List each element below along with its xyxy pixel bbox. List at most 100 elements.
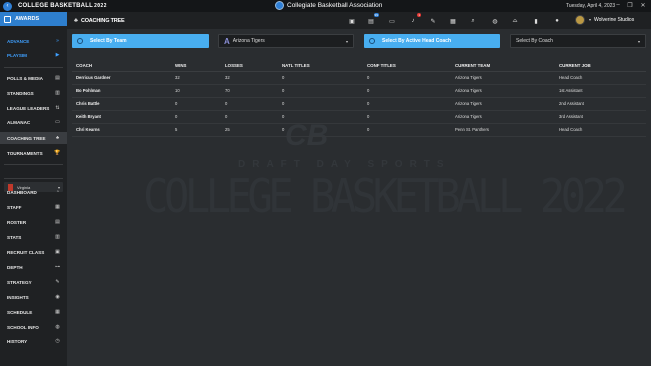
current-job-cell: 1st Assistant bbox=[555, 84, 646, 98]
chevron-down-icon[interactable]: ▾ bbox=[589, 17, 591, 22]
radio-icon bbox=[77, 38, 83, 44]
current-date: Tuesday, April 4, 2023 bbox=[566, 3, 616, 9]
sidebar-item-depth[interactable]: DEPTH ⊶ bbox=[0, 261, 67, 273]
table-row[interactable]: Chri Kearns 5 25 0 0 Penn St. Panthers H… bbox=[72, 123, 646, 137]
sidebar-item-label: ROSTER bbox=[7, 219, 27, 225]
team-dropdown[interactable]: A Arizona Tigers ▾ bbox=[218, 34, 354, 48]
chevron-down-icon: ▾ bbox=[637, 38, 640, 44]
sidebar-item-label: COACHING TREE bbox=[7, 135, 46, 141]
calendar-icon[interactable]: ▦ bbox=[449, 17, 457, 25]
current-team-cell[interactable]: Arizona Tigers bbox=[451, 110, 555, 124]
inbox-badge: 99 bbox=[373, 13, 379, 17]
sidebar-item-school-info[interactable]: SCHOOL INFO ◍ bbox=[0, 321, 67, 333]
back-icon[interactable]: ‹ bbox=[3, 1, 12, 11]
column-header[interactable]: CONF TITLES bbox=[363, 61, 451, 72]
search-icon[interactable]: ⌕ bbox=[469, 17, 477, 25]
current-team-cell[interactable]: Penn St. Panthers bbox=[451, 123, 555, 137]
sidebar-item-insights[interactable]: INSIGHTS ◉ bbox=[0, 291, 67, 303]
close-icon[interactable]: ✕ bbox=[639, 2, 647, 9]
sidebar-item-label: INSIGHTS bbox=[7, 294, 29, 300]
sidebar-item-tournaments[interactable]: TOURNAMENTS 🏆 bbox=[0, 147, 67, 159]
sidebar-item-history[interactable]: HISTORY ◷ bbox=[0, 335, 67, 347]
briefcase-icon[interactable]: ▣ bbox=[348, 17, 356, 25]
notification-badge: 1 bbox=[417, 13, 421, 17]
wins-cell: 32 bbox=[171, 71, 221, 85]
sidebar-item-recruit-class[interactable]: RECRUIT CLASS ▣ bbox=[0, 246, 67, 258]
coach-dropdown[interactable]: Select By Coach ▾ bbox=[510, 34, 646, 48]
column-header[interactable]: WINS bbox=[171, 61, 221, 72]
column-header[interactable]: LOSSES bbox=[221, 61, 278, 72]
avatar[interactable] bbox=[575, 15, 585, 25]
stadium-icon[interactable]: ⌓ bbox=[511, 17, 519, 25]
column-header[interactable]: CURRENT JOB bbox=[555, 61, 646, 72]
pencil-icon: ✎ bbox=[55, 279, 60, 285]
column-header[interactable]: COACH bbox=[72, 61, 171, 72]
coach-cell[interactable]: Chri Kearns bbox=[72, 123, 171, 137]
sidebar-item-advance[interactable]: ADVANCE » bbox=[0, 35, 67, 47]
table-row[interactable]: Bo Pohlman 10 70 0 0 Arizona Tigers 1st … bbox=[72, 84, 646, 98]
sidebar-header-awards[interactable]: AWARDS bbox=[0, 12, 67, 26]
sidebar-item-staff[interactable]: STAFF ▦ bbox=[0, 201, 67, 213]
sidebar-item-league-leaders[interactable]: LEAGUE LEADERS ⇅ bbox=[0, 102, 67, 114]
user-name[interactable]: Wolverine Studios bbox=[594, 17, 634, 23]
coach-cell[interactable]: Chris Battle bbox=[72, 97, 171, 111]
losses-cell: 0 bbox=[221, 97, 278, 111]
table-row[interactable]: Keith Bryant 0 0 0 0 Arizona Tigers 3rd … bbox=[72, 110, 646, 124]
natl-titles-cell: 0 bbox=[278, 123, 363, 137]
column-header[interactable]: NATL TITLES bbox=[278, 61, 363, 72]
league-title: Collegiate Basketball Association bbox=[275, 1, 382, 10]
natl-titles-cell: 0 bbox=[278, 97, 363, 111]
column-header[interactable]: CURRENT TEAM bbox=[451, 61, 555, 72]
coach-cell[interactable]: Keith Bryant bbox=[72, 110, 171, 124]
current-job-cell: Head Coach bbox=[555, 123, 646, 137]
select-by-team-label: Select By Team bbox=[90, 38, 127, 44]
sidebar-item-strategy[interactable]: STRATEGY ✎ bbox=[0, 276, 67, 288]
current-team-cell[interactable]: Arizona Tigers bbox=[451, 97, 555, 111]
current-team-cell[interactable]: Arizona Tigers bbox=[451, 84, 555, 98]
sidebar-item-polls-media[interactable]: POLLS & MEDIA ▤ bbox=[0, 72, 67, 84]
edit-icon[interactable]: ✎ bbox=[429, 17, 437, 25]
minimize-icon[interactable]: – bbox=[614, 2, 622, 8]
inbox-icon[interactable]: ▤ 99 bbox=[367, 13, 379, 25]
wins-cell: 10 bbox=[171, 84, 221, 98]
main-content: CB DRAFT DAY SPORTS COLLEGE BASKETBALL 2… bbox=[67, 29, 651, 366]
sidebar-item-playsim[interactable]: PLAYSIM ▶ bbox=[0, 49, 67, 61]
natl-titles-cell: 0 bbox=[278, 84, 363, 98]
app-logo-year: 2022 bbox=[93, 3, 107, 9]
select-by-coach-label: Select By Active Head Coach bbox=[382, 38, 452, 44]
people-icon[interactable]: ◍ bbox=[491, 17, 499, 25]
sidebar-item-roster[interactable]: ROSTER ▤ bbox=[0, 216, 67, 228]
sidebar-item-almanac[interactable]: ALMANAC ▭ bbox=[0, 116, 67, 128]
sidebar-item-label: DEPTH bbox=[7, 264, 23, 270]
table-row[interactable]: Derricus Gardner 32 32 0 0 Arizona Tiger… bbox=[72, 71, 646, 85]
bell-icon[interactable]: ♪ 1 bbox=[409, 13, 421, 25]
sidebar-item-coaching-tree[interactable]: COACHING TREE ♣ bbox=[0, 132, 67, 144]
coach-cell[interactable]: Derricus Gardner bbox=[72, 71, 171, 85]
table-row[interactable]: Chris Battle 0 0 0 0 Arizona Tigers 2nd … bbox=[72, 97, 646, 111]
current-team-cell[interactable]: Arizona Tigers bbox=[451, 71, 555, 85]
staff-icon: ▦ bbox=[55, 204, 60, 210]
conf-titles-cell: 0 bbox=[363, 110, 451, 124]
sidebar-item-label: ALMANAC bbox=[7, 119, 31, 125]
select-by-team-button[interactable]: Select By Team bbox=[72, 34, 209, 48]
restore-icon[interactable]: ❐ bbox=[626, 2, 634, 9]
conf-titles-cell: 0 bbox=[363, 123, 451, 137]
trash-icon[interactable]: ▮ bbox=[532, 17, 540, 25]
chat-icon[interactable]: ▭ bbox=[388, 17, 396, 25]
sidebar-item-stats[interactable]: STATS ▥ bbox=[0, 231, 67, 243]
sidebar-item-dashboard[interactable]: DASHBOARD ◔ bbox=[0, 186, 67, 198]
losses-cell: 25 bbox=[221, 123, 278, 137]
sidebar-item-schedule[interactable]: SCHEDULE ▦ bbox=[0, 306, 67, 318]
coaching-tree-table: COACH WINS LOSSES NATL TITLES CONF TITLE… bbox=[72, 61, 646, 137]
divider bbox=[4, 67, 63, 68]
basketball-icon[interactable]: ● bbox=[553, 17, 561, 25]
team-dropdown-value: Arizona Tigers bbox=[232, 38, 265, 44]
trophy-icon: 🏆 bbox=[54, 150, 61, 156]
team-logo-icon: A bbox=[224, 36, 230, 46]
divider bbox=[4, 164, 63, 165]
chevron-down-icon: ▾ bbox=[345, 38, 348, 44]
coach-cell[interactable]: Bo Pohlman bbox=[72, 84, 171, 98]
sidebar-item-standings[interactable]: STANDINGS ▥ bbox=[0, 87, 67, 99]
page-title: COACHING TREE bbox=[80, 17, 125, 24]
select-by-coach-button[interactable]: Select By Active Head Coach bbox=[364, 34, 500, 48]
